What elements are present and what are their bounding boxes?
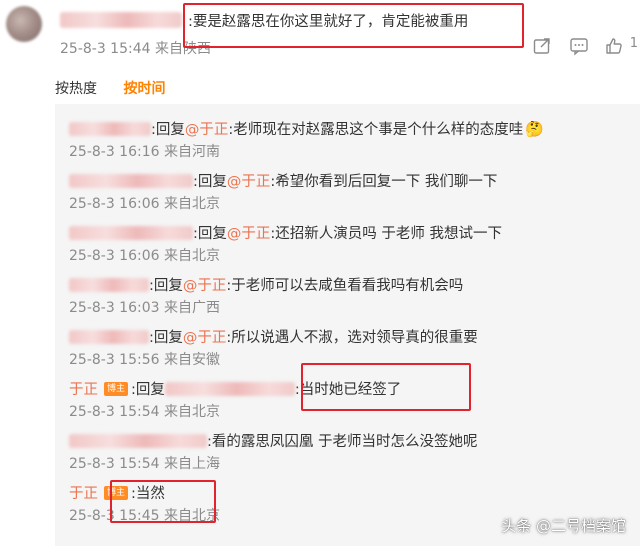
reply-meta: 25-8-3 16:16 来自河南 [69,144,220,160]
reply-content: :于老师可以去咸鱼看看我吗有机会吗 [226,278,464,294]
reply-item: :回复@于正:老师现在对赵露思这个事是个什么样的态度哇 🤔 25-8-3 16:1… [55,108,640,160]
reply-line: :回复@于正:还招新人演员吗 于老师 我想试一下 [69,222,502,242]
highlight-box-reply [301,363,471,411]
share-icon[interactable] [532,36,552,56]
reply-meta: 25-8-3 15:54 来自上海 [69,456,220,472]
reply-prefix: :回复 [131,382,165,398]
mention-link[interactable]: @于正 [227,170,271,191]
tab-sort-time[interactable]: 按时间 [123,78,165,98]
reply-line: :回复@于正:所以说遇人不淑，选对领导真的很重要 [69,326,478,346]
like-count: 1 [629,36,638,51]
reply-line: :回复@于正:希望你看到后回复一下 我们聊一下 [69,170,497,190]
reply-item: :回复@于正:还招新人演员吗 于老师 我想试一下 25-8-3 16:06 来自… [55,212,640,264]
reply-item: :看的露思凤囚凰 于老师当时怎么没签她呢 25-8-3 15:54 来自上海 [55,420,640,472]
sort-tabs: 按热度 按时间 [55,78,187,98]
reply-prefix: :回复 [193,226,227,242]
reply-meta: 25-8-3 16:03 来自广西 [69,300,220,316]
mention-link[interactable]: @于正 [227,222,271,243]
reply-meta: 25-8-3 15:54 来自北京 [69,404,220,420]
reply-line: :回复@于正:老师现在对赵露思这个事是个什么样的态度哇 🤔 [69,118,544,138]
highlight-box-reply [110,480,216,523]
mention-link[interactable]: @于正 [183,274,227,295]
author-link[interactable]: 于正 [69,482,98,503]
blurred-username[interactable] [69,433,207,448]
reply-prefix: :回复 [151,122,185,138]
watermark: 头条 @二号档案馆 [501,517,626,535]
tab-sort-hot[interactable]: 按热度 [55,78,97,98]
reply-line: :看的露思凤囚凰 于老师当时怎么没签她呢 [69,430,478,450]
reply-meta: 25-8-3 16:06 来自北京 [69,196,220,212]
author-link[interactable]: 于正 [69,378,98,399]
reply-meta: 25-8-3 15:56 来自安徽 [69,352,220,368]
thinking-emoji-icon: 🤔 [525,119,544,138]
blogger-badge: 博主 [104,381,129,396]
reply-content: :看的露思凤囚凰 于老师当时怎么没签她呢 [207,434,478,450]
reply-content: :所以说遇人不淑，选对领导真的很重要 [226,330,478,346]
highlight-box-top [183,3,524,48]
like-icon[interactable] [604,36,624,56]
blurred-username[interactable] [164,381,295,396]
blurred-username[interactable] [60,12,182,28]
reply-content: :希望你看到后回复一下 我们聊一下 [270,174,498,190]
mention-link[interactable]: @于正 [185,118,229,139]
reply-prefix: :回复 [193,174,227,190]
blurred-username[interactable] [69,225,193,240]
reply-item: :回复@于正:于老师可以去咸鱼看看我吗有机会吗 25-8-3 16:03 来自广… [55,264,640,316]
reply-prefix: :回复 [149,278,183,294]
reply-content: :老师现在对赵露思这个事是个什么样的态度哇 [228,122,524,138]
mention-link[interactable]: @于正 [183,326,227,347]
blurred-username[interactable] [69,121,151,136]
blurred-username[interactable] [69,329,149,344]
reply-item: :回复@于正:所以说遇人不淑，选对领导真的很重要 25-8-3 15:56 来自… [55,316,640,368]
reply-item: :回复@于正:希望你看到后回复一下 我们聊一下 25-8-3 16:06 来自北… [55,160,640,212]
blurred-username[interactable] [69,173,193,188]
comment-icon[interactable] [569,36,589,56]
blurred-username[interactable] [69,277,149,292]
reply-content: :还招新人演员吗 于老师 我想试一下 [270,226,502,242]
reply-prefix: :回复 [149,330,183,346]
reply-meta: 25-8-3 16:06 来自北京 [69,248,220,264]
reply-line: :回复@于正:于老师可以去咸鱼看看我吗有机会吗 [69,274,463,294]
